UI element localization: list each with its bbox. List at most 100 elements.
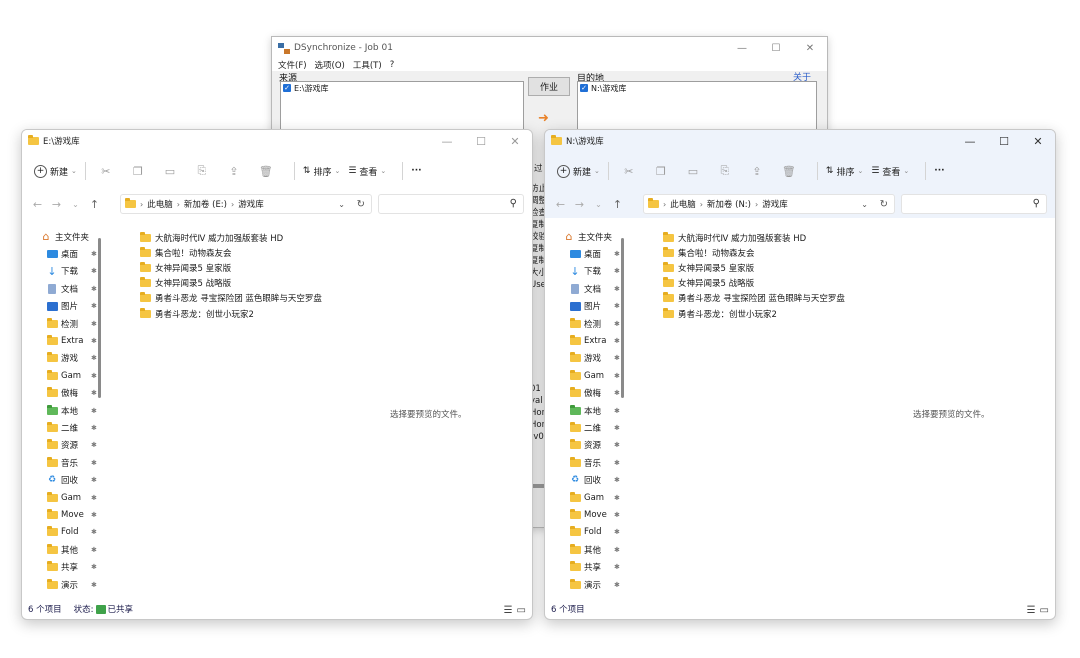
delete-icon[interactable]: 🗑 — [254, 165, 278, 178]
more-button[interactable]: ··· — [411, 166, 421, 176]
sidebar-item[interactable]: 图片 ✱ — [545, 298, 633, 315]
recent-chevron-icon[interactable]: ⌄ — [589, 200, 608, 209]
sidebar-item[interactable]: 傲梅 ✱ — [22, 385, 110, 402]
sidebar-item[interactable]: Gam ✱ — [545, 489, 633, 506]
sidebar-item[interactable]: 桌面 ✱ — [545, 245, 633, 262]
minimize-button[interactable]: — — [430, 130, 464, 152]
search-input[interactable]: ⚲ — [901, 194, 1047, 214]
sidebar-item[interactable]: 本地 ✱ — [545, 402, 633, 419]
sidebar-item[interactable]: Move ✱ — [22, 506, 110, 523]
sidebar-item[interactable]: Move ✱ — [545, 506, 633, 523]
rename-icon[interactable]: ⎘ — [190, 164, 214, 178]
sidebar-item[interactable]: 二维 ✱ — [545, 419, 633, 436]
up-icon[interactable]: ↑ — [85, 198, 104, 211]
close-button[interactable]: ✕ — [793, 37, 827, 59]
maximize-button[interactable]: ☐ — [987, 130, 1021, 152]
sidebar-item[interactable]: ⌂ 主文件夹 — [545, 228, 633, 245]
file-list-item[interactable]: 女神异闻录5 战略版 — [663, 276, 845, 291]
search-input[interactable]: ⚲ — [378, 194, 524, 214]
sidebar-item[interactable]: 资源 ✱ — [545, 437, 633, 454]
sidebar-item[interactable]: 傲梅 ✱ — [545, 385, 633, 402]
recent-chevron-icon[interactable]: ⌄ — [66, 200, 85, 209]
sidebar-item[interactable]: Extra ✱ — [545, 332, 633, 349]
menu-options[interactable]: 选项(O) — [315, 59, 345, 71]
sidebar-item[interactable]: 音乐 ✱ — [22, 454, 110, 471]
sidebar-item[interactable]: 文档 ✱ — [22, 280, 110, 297]
details-view-icon[interactable]: ☰ — [1027, 605, 1036, 616]
refresh-icon[interactable]: ↻ — [880, 199, 888, 210]
sidebar-item[interactable]: 检测 ✱ — [545, 315, 633, 332]
breadcrumb-item[interactable]: 游戏库 — [762, 198, 788, 210]
breadcrumb-item[interactable]: 此电脑 — [147, 198, 173, 210]
scrollbar[interactable] — [98, 238, 101, 398]
sidebar-item[interactable]: ↓ 下载 ✱ — [22, 263, 110, 280]
address-bar[interactable]: › 此电脑 › 新加卷 (N:) › 游戏库 ⌄ ↻ — [643, 194, 895, 214]
file-list-item[interactable]: 勇者斗恶龙：创世小玩家2 — [140, 306, 322, 321]
target-row[interactable]: ✓ N:\游戏库 — [578, 82, 816, 94]
job-button[interactable]: 作业 — [528, 77, 570, 96]
rename-icon[interactable]: ⎘ — [713, 164, 737, 178]
sidebar-item[interactable]: 图片 ✱ — [22, 298, 110, 315]
sidebar-item[interactable]: 其他 ✱ — [22, 541, 110, 558]
sidebar-item[interactable]: 游戏 ✱ — [22, 350, 110, 367]
close-button[interactable]: ✕ — [498, 130, 532, 152]
minimize-button[interactable]: — — [725, 37, 759, 59]
checkbox-icon[interactable]: ✓ — [283, 84, 291, 92]
sidebar-item[interactable]: ♻ 回收 ✱ — [545, 471, 633, 488]
sidebar-item[interactable]: Gam ✱ — [22, 367, 110, 384]
breadcrumb-item[interactable]: 游戏库 — [238, 198, 264, 210]
delete-icon[interactable]: 🗑 — [777, 165, 801, 178]
new-button[interactable]: + 新建 ⌄ — [557, 164, 600, 178]
sidebar-item[interactable]: 本地 ✱ — [22, 402, 110, 419]
sidebar-item[interactable]: Gam ✱ — [22, 489, 110, 506]
more-button[interactable]: ··· — [934, 166, 944, 176]
sidebar-item[interactable]: Gam ✱ — [545, 367, 633, 384]
address-bar[interactable]: › 此电脑 › 新加卷 (E:) › 游戏库 ⌄ ↻ — [120, 194, 372, 214]
tiles-view-icon[interactable]: ▭ — [517, 605, 526, 616]
dsync-titlebar[interactable]: DSynchronize - Job 01 — ☐ ✕ — [272, 37, 827, 59]
file-list-item[interactable]: 女神异闻录5 战略版 — [140, 276, 322, 291]
minimize-button[interactable]: — — [953, 130, 987, 152]
file-list-item[interactable]: 女神异闻录5 皇家版 — [663, 260, 845, 275]
up-icon[interactable]: ↑ — [608, 198, 627, 211]
sync-arrow-icon[interactable]: ➜ — [538, 111, 549, 126]
refresh-icon[interactable]: ↻ — [357, 199, 365, 210]
sidebar-item[interactable]: 文档 ✱ — [545, 280, 633, 297]
cut-icon[interactable]: ✂ — [617, 165, 641, 178]
sidebar-item[interactable]: 资源 ✱ — [22, 437, 110, 454]
explorer-titlebar[interactable]: N:\游戏库 — ☐ ✕ — [545, 130, 1055, 152]
sidebar-item[interactable]: ↓ 下载 ✱ — [545, 263, 633, 280]
source-list[interactable]: ✓ E:\游戏库 — [280, 81, 524, 133]
target-list[interactable]: ✓ N:\游戏库 — [577, 81, 817, 133]
scrollbar[interactable] — [621, 238, 624, 398]
breadcrumb-item[interactable]: 新加卷 (E:) — [184, 198, 227, 210]
sidebar-item[interactable]: 检测 ✱ — [22, 315, 110, 332]
sort-button[interactable]: ⇅ 排序 ⌄ — [303, 165, 340, 178]
close-button[interactable]: ✕ — [1021, 130, 1055, 152]
sidebar-item[interactable]: 演示 ✱ — [22, 576, 110, 593]
file-list-item[interactable]: 大航海时代Ⅳ 威力加强版套装 HD — [140, 230, 322, 245]
checkbox-icon[interactable]: ✓ — [580, 84, 588, 92]
file-list-item[interactable]: 集合啦！动物森友会 — [140, 245, 322, 260]
sidebar-item[interactable]: 二维 ✱ — [22, 419, 110, 436]
chevron-down-icon[interactable]: ⌄ — [338, 200, 345, 209]
sidebar-item[interactable]: 桌面 ✱ — [22, 245, 110, 262]
file-list-item[interactable]: 女神异闻录5 皇家版 — [140, 260, 322, 275]
sidebar-item[interactable]: 共享 ✱ — [22, 558, 110, 575]
paste-icon[interactable]: ▭ — [158, 165, 182, 178]
sidebar-item[interactable]: Fold ✱ — [545, 524, 633, 541]
chevron-down-icon[interactable]: ⌄ — [861, 200, 868, 209]
cut-icon[interactable]: ✂ — [94, 165, 118, 178]
menu-tools[interactable]: 工具(T) — [353, 59, 382, 71]
sidebar-item[interactable]: ⌂ 主文件夹 — [22, 228, 110, 245]
file-list-item[interactable]: 大航海时代Ⅳ 威力加强版套装 HD — [663, 230, 845, 245]
paste-icon[interactable]: ▭ — [681, 165, 705, 178]
sidebar-item[interactable]: Extra ✱ — [22, 332, 110, 349]
details-view-icon[interactable]: ☰ — [504, 605, 513, 616]
explorer-titlebar[interactable]: E:\游戏库 — ☐ ✕ — [22, 130, 532, 152]
back-icon[interactable]: ← — [551, 198, 570, 211]
menu-file[interactable]: 文件(F) — [278, 59, 307, 71]
file-list-item[interactable]: 集合啦！动物森友会 — [663, 245, 845, 260]
sidebar-item[interactable]: ♻ 回收 ✱ — [22, 471, 110, 488]
file-list-item[interactable]: 勇者斗恶龙 寻宝探险团 蓝色眼眸与天空罗盘 — [663, 291, 845, 306]
